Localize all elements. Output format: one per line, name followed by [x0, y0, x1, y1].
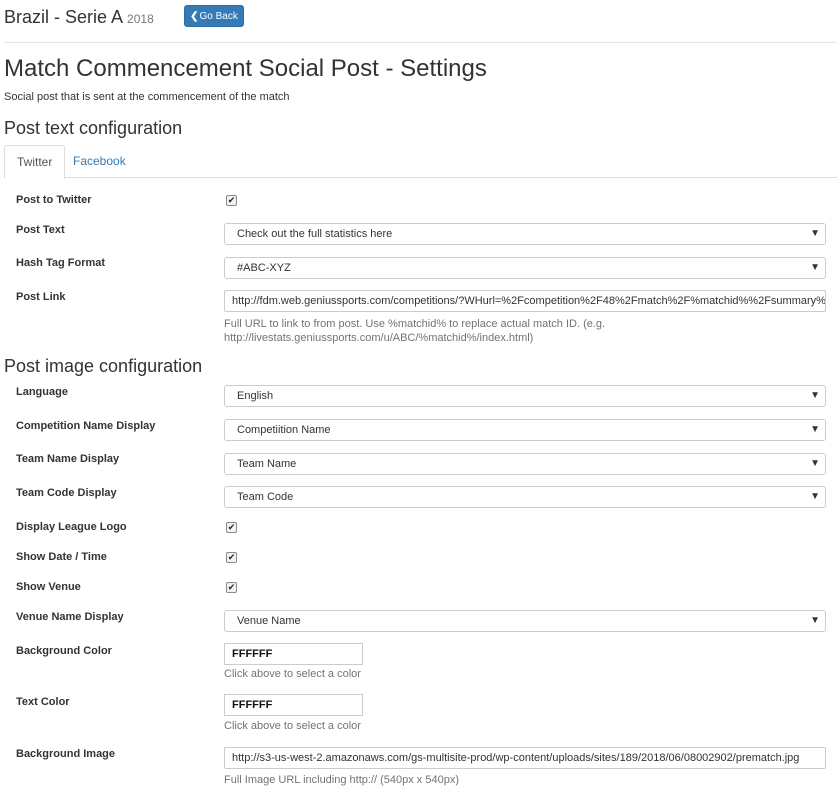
caret-down-icon: ▼ — [810, 228, 820, 239]
hash-tag-format-label: Hash Tag Format — [16, 257, 106, 269]
post-link-help-line2: http://livestats.geniussports.com/u/ABC/… — [224, 332, 534, 344]
hash-tag-format-select[interactable]: #ABC-XYZ ▼ — [224, 257, 826, 279]
team-code-display-value: Team Code — [237, 491, 294, 503]
post-link-input[interactable]: http://fdm.web.geniussports.com/competit… — [224, 290, 826, 312]
competition-name-display-value: Competiition Name — [237, 424, 331, 436]
hash-tag-format-value: #ABC-XYZ — [237, 262, 291, 274]
background-image-help: Full Image URL including http:// (540px … — [224, 774, 459, 786]
background-color-help: Click above to select a color — [224, 668, 361, 680]
check-icon: ✔ — [227, 582, 236, 592]
text-color-label: Text Color — [16, 696, 70, 708]
check-icon: ✔ — [227, 522, 236, 532]
caret-down-icon: ▼ — [810, 424, 820, 435]
show-venue-label: Show Venue — [16, 581, 81, 593]
post-text-select[interactable]: Check out the full statistics here ▼ — [224, 223, 826, 245]
post-link-help-line1: Full URL to link to from post. Use %matc… — [224, 318, 606, 330]
venue-name-display-value: Venue Name — [237, 615, 301, 627]
venue-name-display-select[interactable]: Venue Name ▼ — [224, 610, 826, 632]
competition-name-display-select[interactable]: Competiition Name ▼ — [224, 419, 826, 441]
page-description: Social post that is sent at the commence… — [4, 91, 290, 103]
post-to-twitter-checkbox[interactable]: ✔ — [226, 195, 237, 206]
chevron-left-icon: ❮ — [190, 10, 199, 22]
caret-down-icon: ▼ — [810, 615, 820, 626]
language-label: Language — [16, 386, 68, 398]
image-config-title: Post image configuration — [4, 356, 203, 376]
show-date-time-checkbox[interactable]: ✔ — [226, 552, 237, 563]
page-header: Brazil - Serie A 2018 — [4, 4, 154, 30]
background-color-label: Background Color — [16, 645, 112, 657]
language-value: English — [237, 390, 274, 402]
team-code-display-label: Team Code Display — [16, 487, 117, 499]
team-name-display-value: Team Name — [237, 458, 297, 470]
league-name: Brazil - Serie A — [4, 6, 124, 27]
go-back-button[interactable]: ❮ Go Back — [184, 5, 244, 27]
show-venue-checkbox[interactable]: ✔ — [226, 582, 237, 593]
caret-down-icon: ▼ — [810, 262, 820, 273]
background-color-input[interactable]: FFFFFF — [224, 643, 363, 665]
tab-facebook[interactable]: Facebook — [61, 145, 138, 178]
show-date-time-label: Show Date / Time — [16, 551, 107, 563]
text-color-input[interactable]: FFFFFF — [224, 694, 363, 716]
caret-down-icon: ▼ — [810, 458, 820, 469]
competition-name-display-label: Competition Name Display — [16, 420, 156, 432]
display-league-logo-checkbox[interactable]: ✔ — [226, 522, 237, 533]
language-select[interactable]: English ▼ — [224, 385, 826, 407]
post-link-label: Post Link — [16, 291, 66, 303]
team-name-display-select[interactable]: Team Name ▼ — [224, 453, 826, 475]
venue-name-display-label: Venue Name Display — [16, 611, 124, 623]
background-image-input[interactable]: http://s3-us-west-2.amazonaws.com/gs-mul… — [224, 747, 826, 769]
caret-down-icon: ▼ — [810, 390, 820, 401]
text-config-title: Post text configuration — [4, 118, 183, 138]
post-text-label: Post Text — [16, 224, 65, 236]
display-league-logo-label: Display League Logo — [16, 521, 127, 533]
background-image-label: Background Image — [16, 748, 116, 760]
post-text-value: Check out the full statistics here — [237, 228, 393, 240]
season-year: 2018 — [127, 12, 154, 26]
team-name-display-label: Team Name Display — [16, 453, 120, 465]
team-code-display-select[interactable]: Team Code ▼ — [224, 486, 826, 508]
check-icon: ✔ — [227, 552, 236, 562]
tab-twitter[interactable]: Twitter — [4, 145, 66, 179]
header-divider — [4, 42, 837, 43]
caret-down-icon: ▼ — [810, 491, 820, 502]
social-tabs: Twitter Facebook — [4, 145, 837, 179]
page-title: Match Commencement Social Post - Setting… — [4, 55, 487, 82]
check-icon: ✔ — [227, 195, 236, 205]
go-back-label: Go Back — [199, 10, 238, 22]
post-to-twitter-label: Post to Twitter — [16, 194, 92, 206]
text-color-help: Click above to select a color — [224, 720, 361, 732]
